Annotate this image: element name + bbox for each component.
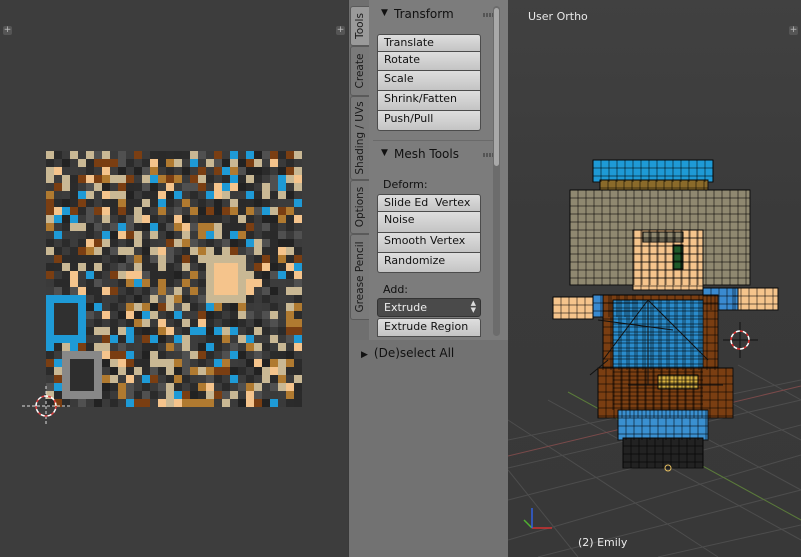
- scale-button[interactable]: Scale: [377, 71, 481, 91]
- 3d-cursor-icon: [723, 322, 758, 358]
- operator-title: (De)select All: [373, 346, 455, 360]
- transform-panel-header[interactable]: ▼ Transform: [369, 3, 499, 25]
- tab-label: Shading / UVs: [354, 101, 366, 175]
- expand-triangle-icon: ▶: [361, 350, 368, 360]
- noise-button[interactable]: Noise: [377, 212, 481, 233]
- tab-tools[interactable]: Tools: [350, 6, 370, 46]
- randomize-button[interactable]: Randomize: [377, 253, 481, 273]
- active-object-label: (2) Emily: [578, 536, 628, 549]
- panel-divider: [373, 140, 493, 141]
- rotate-button[interactable]: Rotate: [377, 52, 481, 71]
- tab-label: Options: [354, 186, 366, 228]
- tab-shading-uvs[interactable]: Shading / UVs: [350, 96, 370, 180]
- shrink-fatten-button[interactable]: Shrink/Fatten: [377, 91, 481, 111]
- tab-label: Tools: [354, 13, 366, 39]
- area-split-icon[interactable]: +: [3, 26, 12, 35]
- slide-vertex-button[interactable]: Vertex: [429, 194, 481, 212]
- panel-title: Mesh Tools: [394, 147, 459, 161]
- tab-label: Create: [354, 53, 366, 89]
- operator-panel-header[interactable]: ▶ (De)select All: [361, 346, 454, 360]
- panel-title: Transform: [394, 7, 454, 21]
- add-label: Add:: [383, 283, 409, 296]
- push-pull-button[interactable]: Push/Pull: [377, 111, 481, 131]
- translate-button[interactable]: Translate: [377, 34, 481, 52]
- uv-image-editor[interactable]: + +: [0, 0, 348, 557]
- smooth-vertex-button[interactable]: Smooth Vertex: [377, 233, 481, 253]
- mesh-tools-panel-header[interactable]: ▼ Mesh Tools: [369, 143, 499, 165]
- slide-edge-button[interactable]: Slide Ed: [377, 194, 430, 212]
- viewport-scene: [508, 159, 801, 557]
- 2d-cursor-icon: [22, 386, 70, 426]
- scrollbar-thumb[interactable]: [494, 8, 499, 166]
- collapse-triangle-icon: ▼: [381, 148, 388, 158]
- tab-label: Grease Pencil: [354, 241, 366, 313]
- deform-label: Deform:: [383, 178, 428, 191]
- dropdown-value: Extrude: [384, 301, 428, 314]
- tool-shelf-tabs: Tools Create Shading / UVs Options Greas…: [349, 0, 370, 340]
- tool-shelf: ▼ Transform Translate Rotate Scale Shrin…: [369, 0, 508, 340]
- area-split-icon[interactable]: +: [336, 26, 345, 35]
- uv-texture-image: [46, 151, 302, 407]
- collapse-triangle-icon: ▼: [381, 8, 388, 18]
- tab-grease-pencil[interactable]: Grease Pencil: [350, 234, 370, 320]
- operator-panel: ▶ (De)select All: [349, 340, 508, 557]
- axis-gizmo-icon: [523, 508, 552, 529]
- tab-options[interactable]: Options: [350, 180, 370, 234]
- dropdown-arrows-icon: ▲ ▼: [470, 299, 476, 314]
- extrude-dropdown[interactable]: Extrude ▲ ▼: [377, 298, 481, 317]
- extrude-region-button[interactable]: Extrude Region: [377, 318, 481, 337]
- tab-create[interactable]: Create: [350, 46, 370, 96]
- 3d-viewport[interactable]: + User Ortho (2) Emily: [508, 0, 801, 557]
